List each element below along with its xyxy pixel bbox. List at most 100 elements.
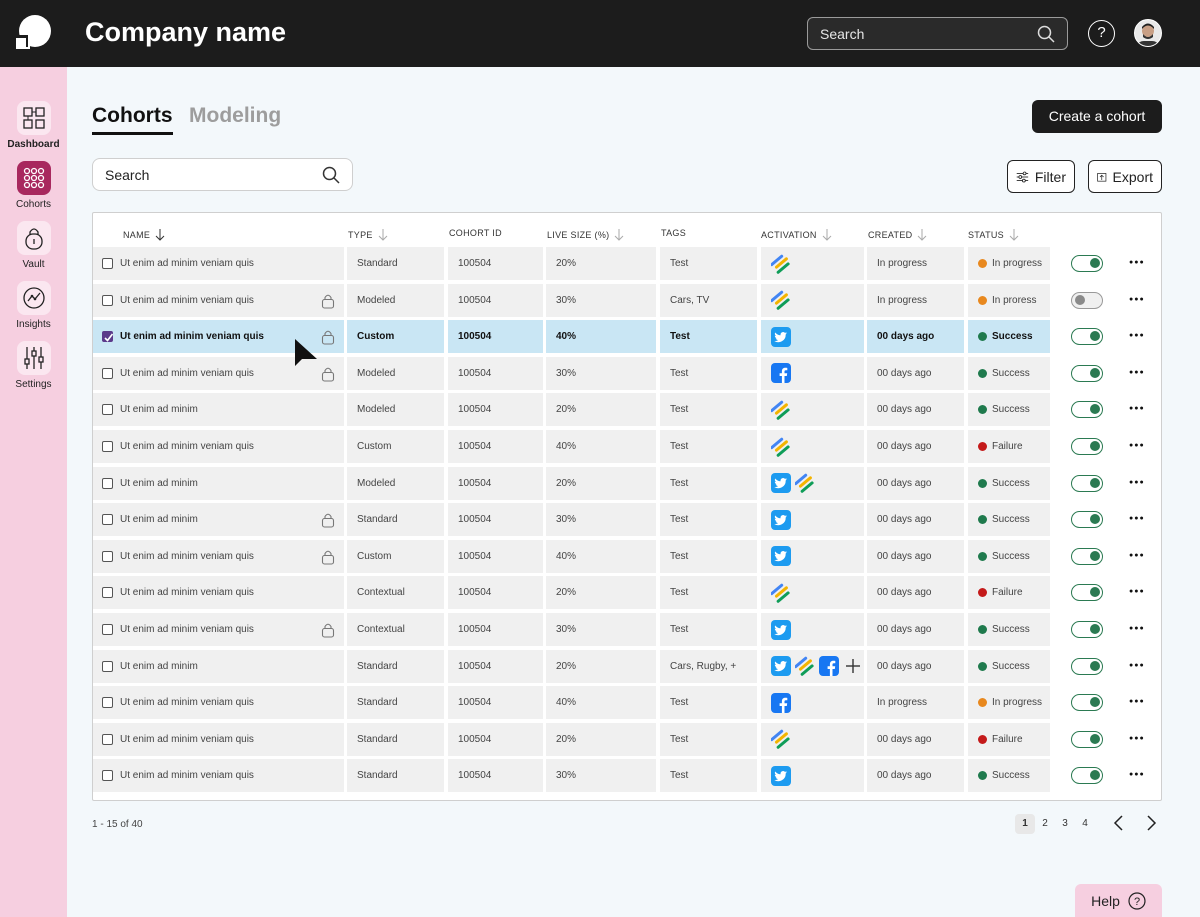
column-header-tags[interactable]: TAGS [661,228,686,238]
table-row[interactable]: Ut enim ad minim veniam quis Standard 10… [93,722,1161,758]
table-row[interactable]: Ut enim ad minim veniam quis Contextual … [93,576,1161,611]
more-options-icon[interactable]: ●●● [1129,479,1145,486]
cohort-name-cell[interactable]: Ut enim ad minim veniam quis [93,247,344,280]
cohort-toggle[interactable] [1071,328,1103,346]
sidebar-item-dashboard[interactable]: Dashboard [0,101,67,150]
cohort-name-cell[interactable]: Ut enim ad minim veniam quis [93,539,344,573]
cohort-toggle[interactable] [1071,255,1103,272]
more-options-icon[interactable]: ●●● [1129,405,1145,412]
more-options-icon[interactable]: ●●● [1129,698,1145,705]
cohort-name-cell[interactable]: Ut enim ad minim [93,466,344,500]
cohort-name-cell[interactable]: Ut enim ad minim veniam quis [93,430,344,463]
row-checkbox[interactable] [102,367,113,379]
sidebar-item-insights[interactable]: Insights [0,281,67,330]
table-row[interactable]: Ut enim ad minim veniam quis Modeled 100… [93,283,1161,319]
column-header-status[interactable]: STATUS [968,228,1019,241]
sidebar-item-settings[interactable]: Settings [0,341,67,390]
create-cohort-button[interactable]: Create a cohort [1032,100,1162,133]
column-header-type[interactable]: TYPE [348,228,388,241]
sidebar-item-cohorts[interactable]: Cohorts [0,161,67,210]
column-header-name[interactable]: NAME [123,228,165,241]
cohort-name-cell[interactable]: Ut enim ad minim veniam quis [93,613,344,646]
row-checkbox[interactable] [102,550,113,562]
more-options-icon[interactable]: ●●● [1129,771,1145,778]
export-button[interactable]: Export [1088,160,1162,193]
more-options-icon[interactable]: ●●● [1129,259,1145,266]
company-logo[interactable] [14,14,52,52]
more-options-icon[interactable]: ●●● [1129,369,1145,376]
row-checkbox[interactable] [102,733,113,745]
top-search-input[interactable]: Search [807,17,1068,50]
table-row[interactable]: Ut enim ad minim Standard 100504 30% Tes… [93,503,1161,538]
cohort-toggle[interactable] [1071,364,1103,382]
cohort-name-cell[interactable]: Ut enim ad minim [93,649,344,683]
more-options-icon[interactable]: ●●● [1129,552,1145,559]
prev-page-icon[interactable] [1112,814,1124,832]
row-checkbox[interactable] [102,587,113,599]
table-row[interactable]: Ut enim ad minim veniam quis Custom 1005… [93,539,1161,575]
row-checkbox[interactable] [102,258,113,269]
row-checkbox[interactable] [102,331,114,343]
cohort-toggle[interactable] [1071,438,1103,455]
more-options-icon[interactable]: ●●● [1129,625,1145,632]
more-options-icon[interactable]: ●●● [1129,332,1145,339]
table-row[interactable]: Ut enim ad minim veniam quis Custom 1005… [93,320,1161,355]
row-checkbox[interactable] [102,660,113,672]
cohort-name-cell[interactable]: Ut enim ad minim veniam quis [93,759,344,793]
row-checkbox[interactable] [102,770,113,782]
filter-button[interactable]: Filter [1007,160,1075,193]
column-header-live-size[interactable]: LIVE SIZE (%) [547,228,624,241]
sidebar-item-vault[interactable]: Vault [0,221,67,270]
cohort-toggle[interactable] [1071,584,1103,602]
cohort-search-input[interactable]: Search [92,158,353,191]
row-checkbox[interactable] [102,477,113,489]
more-options-icon[interactable]: ●●● [1129,662,1145,669]
row-checkbox[interactable] [102,697,113,709]
cohort-name-cell[interactable]: Ut enim ad minim [93,503,344,537]
tab-modeling[interactable]: Modeling [189,104,281,128]
page-3-button[interactable]: 3 [1055,814,1075,834]
row-checkbox[interactable] [102,624,113,635]
column-header-created[interactable]: CREATED [868,228,927,241]
cohort-toggle[interactable] [1071,621,1103,638]
row-checkbox[interactable] [102,441,113,452]
add-activation-icon[interactable] [843,656,863,676]
cohort-toggle[interactable] [1071,474,1103,492]
table-row[interactable]: Ut enim ad minim veniam quis Standard 10… [93,759,1161,794]
cohort-toggle[interactable] [1071,730,1103,748]
table-row[interactable]: Ut enim ad minim Standard 100504 20% Car… [93,649,1161,685]
row-checkbox[interactable] [102,514,113,526]
avatar[interactable] [1134,19,1162,47]
more-options-icon[interactable]: ●●● [1129,515,1145,522]
next-page-icon[interactable] [1146,814,1158,832]
table-row[interactable]: Ut enim ad minim veniam quis Contextual … [93,613,1161,648]
more-options-icon[interactable]: ●●● [1129,735,1145,742]
cohort-toggle[interactable] [1071,511,1103,529]
page-1-button[interactable]: 1 [1015,814,1035,834]
more-options-icon[interactable]: ●●● [1129,588,1145,595]
table-row[interactable]: Ut enim ad minim veniam quis Modeled 100… [93,356,1161,392]
cohort-name-cell[interactable]: Ut enim ad minim veniam quis [93,283,344,317]
more-options-icon[interactable]: ●●● [1129,442,1145,449]
more-options-icon[interactable]: ●●● [1129,296,1145,303]
table-row[interactable]: Ut enim ad minim veniam quis Standard 10… [93,247,1161,282]
column-header-cohort-id[interactable]: COHORT ID [449,228,502,238]
cohort-name-cell[interactable]: Ut enim ad minim veniam quis [93,722,344,756]
table-row[interactable]: Ut enim ad minim veniam quis Custom 1005… [93,430,1161,465]
cohort-name-cell[interactable]: Ut enim ad minim veniam quis [93,686,344,720]
cohort-toggle[interactable] [1071,767,1103,785]
row-checkbox[interactable] [102,294,113,306]
tab-cohorts[interactable]: Cohorts [92,104,173,135]
page-4-button[interactable]: 4 [1075,814,1095,834]
cohort-toggle[interactable] [1071,547,1103,565]
help-icon[interactable]: ? [1088,20,1115,47]
page-2-button[interactable]: 2 [1035,814,1055,834]
table-row[interactable]: Ut enim ad minim Modeled 100504 20% Test… [93,393,1161,428]
row-checkbox[interactable] [102,404,113,416]
table-row[interactable]: Ut enim ad minim veniam quis Standard 10… [93,686,1161,721]
cohort-toggle[interactable] [1071,291,1103,309]
column-header-activation[interactable]: ACTIVATION [761,228,832,241]
help-button[interactable]: Help ? [1075,884,1162,917]
cohort-toggle[interactable] [1071,694,1103,712]
cohort-toggle[interactable] [1071,657,1103,675]
